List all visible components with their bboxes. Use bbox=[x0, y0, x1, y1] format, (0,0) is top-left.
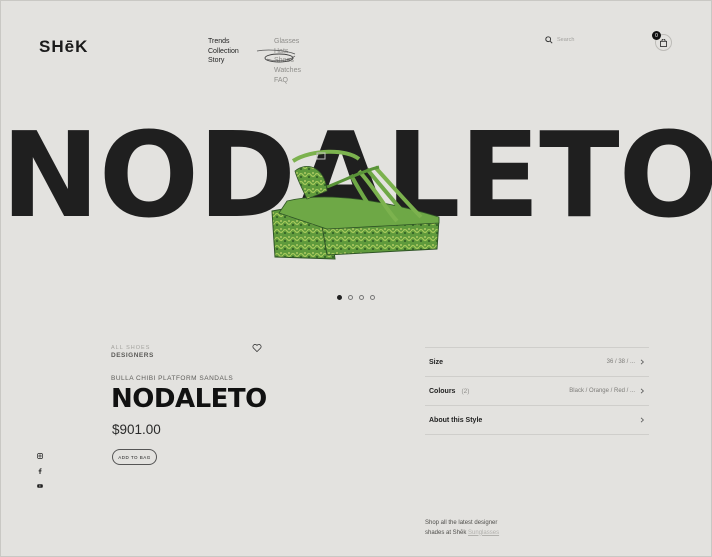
chevron-right-icon bbox=[640, 388, 644, 394]
add-to-bag-button[interactable]: ADD TO BAG bbox=[112, 449, 157, 465]
footer-note: Shop all the latest designer shades at S… bbox=[425, 519, 499, 538]
spec-value: 36 / 38 / ... bbox=[606, 359, 635, 365]
spec-label: About this Style bbox=[429, 416, 483, 424]
footer-line-2: shades at Shēk bbox=[425, 529, 467, 536]
page: SHēK Trends Collection Story Glasses Hat… bbox=[0, 0, 712, 557]
instagram-icon[interactable] bbox=[37, 453, 43, 459]
product-subtitle: BULLA CHIBI PLATFORM SANDALS bbox=[111, 375, 234, 382]
spec-value: Black / Orange / Red / ... bbox=[569, 388, 635, 394]
nav-item-trends[interactable]: Trends bbox=[208, 37, 239, 47]
designer-breadcrumb: ALL SHOES DESIGNERS bbox=[111, 345, 154, 359]
spec-row-size[interactable]: Size 36 / 38 / ... bbox=[425, 348, 649, 377]
spec-label: Colours bbox=[429, 387, 456, 395]
designer-tag[interactable]: ALL SHOES bbox=[111, 345, 154, 351]
primary-nav: Trends Collection Story bbox=[208, 37, 239, 66]
spec-row-colours[interactable]: Colours (2) Black / Orange / Red / ... bbox=[425, 377, 649, 406]
facebook-icon[interactable] bbox=[37, 468, 43, 474]
cart-button[interactable]: 0 bbox=[652, 31, 672, 51]
brand-logo[interactable]: SHēK bbox=[39, 37, 88, 57]
spec-label: Size bbox=[429, 358, 444, 366]
carousel-dot[interactable] bbox=[370, 295, 375, 300]
social-links bbox=[37, 453, 43, 489]
carousel-dot[interactable] bbox=[359, 295, 364, 300]
product-specs: Size 36 / 38 / ... Colours (2) Black / Or… bbox=[425, 347, 649, 435]
chevron-right-icon bbox=[640, 359, 644, 365]
product-name: NODALETO bbox=[111, 384, 267, 414]
nav-item-watches[interactable]: Watches bbox=[274, 66, 301, 76]
nav-item-faq[interactable]: FAQ bbox=[274, 76, 301, 86]
designer-label[interactable]: DESIGNERS bbox=[111, 352, 154, 359]
product-image[interactable] bbox=[267, 131, 447, 261]
cart-count-badge: 0 bbox=[652, 31, 661, 40]
carousel-dot[interactable] bbox=[348, 295, 353, 300]
search-box[interactable]: Search bbox=[545, 36, 574, 44]
carousel-dots bbox=[337, 295, 375, 300]
spec-row-about[interactable]: About this Style bbox=[425, 406, 649, 435]
chevron-right-icon bbox=[640, 417, 644, 423]
search-input[interactable]: Search bbox=[557, 37, 574, 43]
youtube-icon[interactable] bbox=[37, 483, 43, 489]
carousel-dot[interactable] bbox=[337, 295, 342, 300]
spec-count: (2) bbox=[461, 387, 470, 395]
search-icon bbox=[545, 36, 553, 44]
nav-highlight-scribble bbox=[256, 49, 296, 63]
shopping-bag-icon bbox=[660, 38, 667, 47]
heart-icon[interactable] bbox=[252, 343, 262, 353]
footer-line-1: Shop all the latest designer bbox=[425, 520, 498, 526]
nav-item-collection[interactable]: Collection bbox=[208, 47, 239, 57]
product-price: $901.00 bbox=[112, 422, 161, 437]
footer-link[interactable]: Sunglasses bbox=[468, 530, 499, 536]
nav-item-story[interactable]: Story bbox=[208, 56, 239, 66]
